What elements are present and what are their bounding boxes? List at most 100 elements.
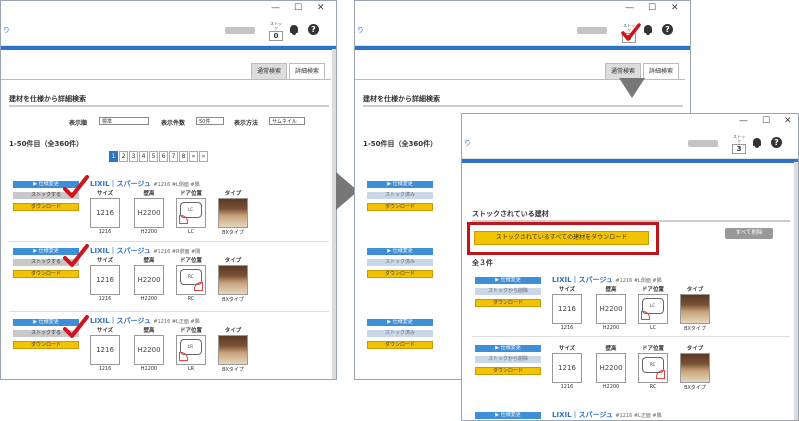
page-2[interactable]: 2 xyxy=(119,151,128,162)
download-button[interactable]: ダウンロード xyxy=(13,341,79,349)
titlebar: — ☐ ✕ xyxy=(462,114,798,128)
check-icon xyxy=(63,244,89,267)
spec-change-button[interactable]: ▶ 仕様変更 xyxy=(475,277,541,284)
size-caption: 1216 xyxy=(560,384,574,390)
height-image: H2200 xyxy=(134,198,164,228)
download-button[interactable]: ダウンロード xyxy=(475,367,541,375)
product-card-1: ▶ 仕様変更 ストックする ダウンロード LIXIL｜スパージュ #1216 #… xyxy=(1,178,336,238)
nav-glyph: り xyxy=(464,139,471,147)
download-button[interactable]: ダウンロード xyxy=(13,203,79,211)
stock-count: 3 xyxy=(732,144,746,154)
col-height: 壁高 xyxy=(143,191,155,197)
page-5[interactable]: 5 xyxy=(149,151,158,162)
bell-icon[interactable] xyxy=(644,25,652,35)
download-button[interactable]: ダウンロード xyxy=(367,203,433,211)
result-count: 1-50件目（全360件） xyxy=(363,140,438,148)
window-search-left: — ☐ ✕ り ストック 0 ? 通常検索 詳細検索 建材を仕様から詳細検索 表示… xyxy=(0,0,337,380)
remove-stock-button[interactable]: ストックから削除 xyxy=(475,288,541,295)
col-type: タイプ xyxy=(224,328,242,334)
stocked-button[interactable]: ストック済み xyxy=(367,192,433,199)
help-icon[interactable]: ? xyxy=(662,24,673,35)
download-button[interactable]: ダウンロード xyxy=(475,299,541,307)
height-caption: H2200 xyxy=(140,366,158,372)
product-title[interactable]: LIXIL｜スパージュ #1216 #L正面 #隅 xyxy=(552,410,662,420)
stock-counter[interactable]: ストック 3 xyxy=(732,134,746,154)
nav-glyph: り xyxy=(357,26,364,34)
method-select[interactable]: サムネイル xyxy=(269,117,305,125)
order-select[interactable]: 標準 xyxy=(99,117,149,125)
page-next[interactable]: » xyxy=(189,151,198,162)
tab-divider xyxy=(1,79,331,80)
product-title[interactable]: LIXIL｜スパージュ #1216 #L正面 #隅 xyxy=(90,316,200,326)
stock-counter[interactable]: ストック 0 xyxy=(269,21,283,41)
page-6[interactable]: 6 xyxy=(159,151,168,162)
door-caption: LC xyxy=(649,325,657,331)
height-caption: H2200 xyxy=(602,325,620,331)
height-caption: H2200 xyxy=(140,296,158,302)
col-size: サイズ xyxy=(96,258,114,264)
col-door: ドア位置 xyxy=(641,287,664,293)
stock-count-text: 全３件 xyxy=(472,259,493,267)
arrow-down-icon xyxy=(619,78,645,98)
minimize-icon[interactable]: — xyxy=(271,2,280,14)
minimize-icon[interactable]: — xyxy=(739,115,748,127)
close-icon[interactable]: ✕ xyxy=(317,2,325,14)
search-tabs: 通常検索 詳細検索 xyxy=(249,63,326,79)
method-label: 表示方法 xyxy=(234,120,259,127)
height-image: H2200 xyxy=(596,294,626,324)
help-icon[interactable]: ? xyxy=(308,24,319,35)
page-1[interactable]: 1 xyxy=(109,151,118,162)
page-last[interactable]: » xyxy=(199,151,208,162)
count-select[interactable]: 50件 xyxy=(196,117,224,125)
product-title[interactable]: LIXIL｜スパージュ #1216 #R側面 #隅 xyxy=(90,246,200,256)
download-button[interactable]: ダウンロード xyxy=(13,270,79,278)
spec-change-button[interactable]: ▶ 仕様変更 xyxy=(475,412,541,419)
check-icon xyxy=(63,315,89,338)
type-caption: BXタイプ xyxy=(684,385,706,391)
stock-item-2: ▶ 仕様変更 ストックから削除 ダウンロード サイズ 壁高 ドア位置 タイプ 1… xyxy=(462,342,798,402)
page-7[interactable]: 7 xyxy=(169,151,178,162)
spec-change-button[interactable]: ▶ 仕様変更 xyxy=(367,181,433,188)
stocked-button[interactable]: ストック済み xyxy=(367,259,433,266)
spec-change-button[interactable]: ▶ 仕様変更 xyxy=(367,248,433,255)
close-icon[interactable]: ✕ xyxy=(671,2,679,14)
bell-icon[interactable] xyxy=(290,25,298,35)
col-size: サイズ xyxy=(558,287,576,293)
scrollbar[interactable] xyxy=(794,162,798,420)
help-icon[interactable]: ? xyxy=(771,137,782,148)
size-caption: 1216 xyxy=(98,229,112,235)
maximize-icon[interactable]: ☐ xyxy=(294,2,302,14)
page-4[interactable]: 4 xyxy=(139,151,148,162)
titlebar: — ☐ ✕ xyxy=(355,1,690,15)
type-caption: BXタイプ xyxy=(222,297,244,303)
type-caption: BXタイプ xyxy=(222,230,244,236)
tab-detail-search[interactable]: 詳細検索 xyxy=(289,63,326,79)
username-blurred xyxy=(225,27,255,34)
page-8[interactable]: 8 xyxy=(179,151,188,162)
minimize-icon[interactable]: — xyxy=(625,2,634,14)
size-image: 1216 xyxy=(90,198,120,228)
download-button[interactable]: ダウンロード xyxy=(367,270,433,278)
download-button[interactable]: ダウンロード xyxy=(367,341,433,349)
tab-detail-search[interactable]: 詳細検索 xyxy=(643,63,680,79)
product-title[interactable]: LIXIL｜スパージュ #1216 #L側面 #隅 xyxy=(90,179,200,189)
maximize-icon[interactable]: ☐ xyxy=(762,115,770,127)
delete-all-button[interactable]: すべて削除 xyxy=(725,228,773,239)
tab-normal-search[interactable]: 通常検索 xyxy=(251,63,288,79)
height-caption: H2200 xyxy=(140,229,158,235)
door-caption: LR xyxy=(187,366,195,372)
spec-change-button[interactable]: ▶ 仕様変更 xyxy=(475,345,541,352)
remove-stock-button[interactable]: ストックから削除 xyxy=(475,356,541,363)
product-title[interactable]: LIXIL｜スパージュ #1216 #L側面 #隅 xyxy=(552,275,662,285)
close-icon[interactable]: ✕ xyxy=(784,115,792,127)
bell-icon[interactable] xyxy=(753,138,761,148)
maximize-icon[interactable]: ☐ xyxy=(648,2,656,14)
page-3[interactable]: 3 xyxy=(129,151,138,162)
spec-change-button[interactable]: ▶ 仕様変更 xyxy=(367,319,433,326)
col-type: タイプ xyxy=(686,346,704,352)
height-caption: H2200 xyxy=(602,384,620,390)
stocked-button[interactable]: ストック済み xyxy=(367,330,433,337)
scrollbar[interactable] xyxy=(332,49,336,379)
stock-item-1: ▶ 仕様変更 ストックから削除 ダウンロード LIXIL｜スパージュ #1216… xyxy=(462,274,798,334)
row-divider xyxy=(9,241,329,242)
